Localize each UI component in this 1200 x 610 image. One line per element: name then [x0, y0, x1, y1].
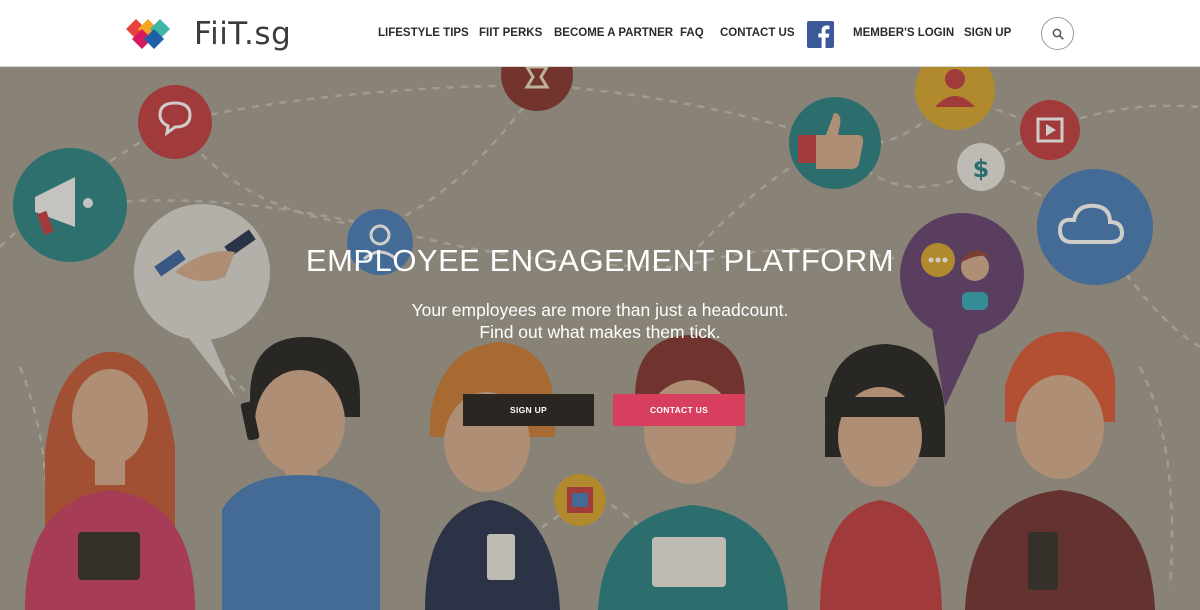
nav-members-login[interactable]: MEMBER'S LOGIN	[853, 27, 954, 39]
nav-become-partner[interactable]: BECOME A PARTNER	[554, 27, 673, 39]
hero-contact-button[interactable]: CONTACT US	[613, 394, 745, 426]
site-header: FiiT.sg LIFESTYLE TIPS FIIT PERKS BECOME…	[0, 0, 1200, 67]
hero-title: EMPLOYEE ENGAGEMENT PLATFORM	[305, 243, 895, 278]
search-button[interactable]	[1041, 17, 1074, 50]
hero-section: $ EMPLOYEE ENGAGEMENT PLATFORM Your empl…	[0, 67, 1200, 610]
facebook-icon[interactable]	[807, 21, 834, 48]
logo-mark-icon	[126, 19, 170, 49]
brand-logo[interactable]: FiiT.sg	[124, 14, 291, 54]
hero-subtitle-line2: Find out what makes them tick.	[479, 322, 721, 342]
brand-name: FiiT.sg	[194, 16, 292, 52]
nav-fiit-perks[interactable]: FIIT PERKS	[479, 27, 542, 39]
hero-signup-button[interactable]: SIGN UP	[463, 394, 594, 426]
nav-faq[interactable]: FAQ	[680, 27, 704, 39]
nav-sign-up[interactable]: SIGN UP	[964, 27, 1011, 39]
nav-lifestyle-tips[interactable]: LIFESTYLE TIPS	[378, 27, 469, 39]
search-icon	[1052, 28, 1064, 40]
facebook-glyph	[818, 25, 830, 48]
hero-subtitle-line1: Your employees are more than just a head…	[411, 300, 789, 320]
nav-contact-us[interactable]: CONTACT US	[720, 27, 795, 39]
